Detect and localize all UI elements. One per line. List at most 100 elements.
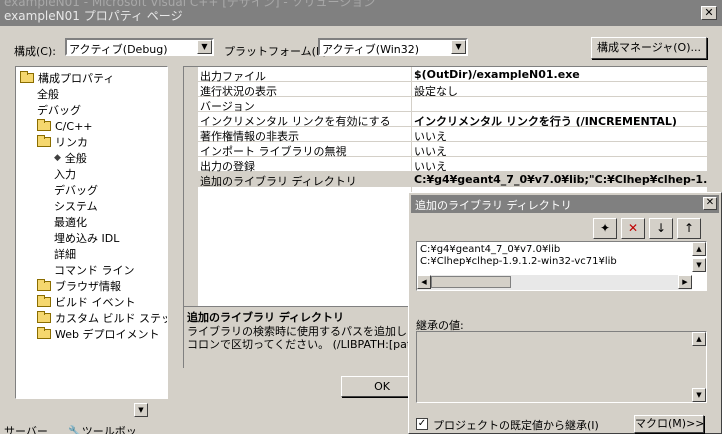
tree-item[interactable]: システム — [54, 198, 98, 214]
bottom-panel: ▼ サーバー 🔧ツールボッ — [0, 400, 165, 434]
chevron-down-icon[interactable]: ▼ — [134, 403, 148, 417]
tree-item-label: ビルド イベント — [55, 296, 136, 309]
window-title: exampleN01 プロパティ ページ — [4, 9, 183, 23]
tree-item[interactable]: 全般 — [37, 86, 59, 102]
tree-item-label: C/C++ — [55, 119, 93, 133]
new-folder-icon: ✦ — [599, 221, 611, 235]
tree-item[interactable]: 構成プロパティ — [20, 70, 114, 86]
tree-item-label: システム — [54, 200, 98, 213]
tree-item[interactable]: デバッグ — [54, 182, 98, 198]
scroll-thumb[interactable] — [431, 276, 511, 288]
arrow-up-icon: ↑ — [683, 221, 695, 235]
scroll-right-icon[interactable]: ▶ — [678, 275, 692, 289]
tree-item[interactable]: コマンド ライン — [54, 262, 135, 278]
grid-row[interactable]: バージョン — [198, 97, 707, 113]
property-tree[interactable]: 構成プロパティ 全般 デバッグ C/C++ リンカ ◆ 全般 入力 デバッグ システム 最適化 埋め込… — [15, 66, 168, 399]
description-line-1: ライブラリの検索時に使用するパスを追加しま — [187, 325, 413, 338]
tree-item[interactable]: リンカ — [37, 134, 88, 150]
move-down-button[interactable]: ↓ — [649, 218, 673, 239]
tree-item-label: 全般 — [37, 88, 59, 101]
directory-item[interactable]: C:¥g4¥geant4_7_0¥v7.0¥lib — [420, 244, 560, 255]
folder-icon — [37, 295, 51, 307]
grid-row[interactable]: 著作権情報の非表示 いいえ — [198, 127, 707, 143]
subdialog-title: 追加のライブラリ ディレクトリ — [415, 199, 572, 212]
grid-row[interactable]: 追加のライブラリ ディレクトリ C:¥g4¥geant4_7_0¥v7.0¥lib… — [198, 172, 707, 188]
tree-item-label: リンカ — [55, 136, 88, 149]
scroll-down-icon[interactable]: ▼ — [692, 388, 706, 402]
subdialog-title-bar: 追加のライブラリ ディレクトリ ✕ — [411, 195, 719, 213]
additional-library-dialog: 追加のライブラリ ディレクトリ ✕ ✦ ✕ ↓ ↑ C:¥g4¥geant4_7… — [408, 192, 722, 434]
scroll-up-icon[interactable]: ▲ — [692, 332, 706, 346]
description-heading: 追加のライブラリ ディレクトリ — [187, 311, 345, 324]
delete-button[interactable]: ✕ — [621, 218, 645, 239]
folder-icon — [37, 279, 51, 291]
platform-dropdown[interactable]: アクティブ(Win32) ▼ — [318, 38, 468, 56]
subdialog-close-button[interactable]: ✕ — [703, 197, 717, 210]
description-line-2: コロンで区切ってください。 (/LIBPATH:[pat — [187, 338, 412, 351]
grid-row[interactable]: 出力ファイル $(OutDir)/exampleN01.exe — [198, 67, 707, 83]
chevron-down-icon: ▼ — [451, 40, 466, 54]
tree-item[interactable]: デバッグ — [37, 102, 81, 118]
toolbox-tab-label: ツールボッ — [81, 425, 137, 434]
scroll-up-icon[interactable]: ▲ — [692, 242, 706, 256]
tree-item[interactable]: ブラウザ情報 — [37, 278, 121, 294]
tree-item[interactable]: 入力 — [54, 166, 76, 182]
server-tab[interactable]: サーバー — [4, 423, 48, 434]
scroll-down-icon[interactable]: ▼ — [692, 258, 706, 272]
grid-row-value: C:¥g4¥geant4_7_0¥v7.0¥lib;"C:¥Clhep¥clhe… — [414, 173, 707, 186]
folder-open-icon — [20, 71, 34, 83]
tree-item[interactable]: C/C++ — [37, 118, 93, 134]
tree-item-label: カスタム ビルド ステップ — [55, 312, 167, 325]
move-up-button[interactable]: ↑ — [677, 218, 701, 239]
directory-item[interactable]: C:¥Clhep¥clhep-1.9.1.2-win32-vc71¥lib — [420, 256, 617, 267]
chevron-down-icon: ▼ — [197, 40, 212, 54]
toolbox-tab[interactable]: 🔧ツールボッ — [68, 423, 137, 434]
title-bar: exampleN01 - Microsoft Visual C++ [デザイン]… — [0, 0, 722, 26]
tree-item[interactable]: 詳細 — [54, 246, 76, 262]
config-value: アクティブ(Debug) — [69, 43, 168, 56]
inherit-checkbox-label: プロジェクトの既定値から継承(I) — [433, 419, 599, 432]
grid-row[interactable]: 進行状況の表示 設定なし — [198, 82, 707, 98]
tree-item-label: Web デプロイメント — [55, 328, 160, 341]
close-button[interactable]: ✕ — [701, 6, 717, 20]
tree-item-label: デバッグ — [54, 184, 98, 197]
tree-item[interactable]: 埋め込み IDL — [54, 230, 119, 246]
tree-item-label: 最適化 — [54, 216, 87, 229]
tree-item-label: 構成プロパティ — [38, 72, 115, 85]
grid-column-separator — [411, 67, 412, 202]
toolbox-icon: 🔧 — [68, 425, 82, 434]
folder-icon — [37, 119, 51, 131]
tree-item-label: 埋め込み IDL — [54, 232, 120, 245]
tree-item-label: 全般 — [64, 152, 87, 165]
arrow-down-icon: ↓ — [655, 221, 667, 235]
tree-item-label: デバッグ — [37, 104, 81, 117]
platform-label: プラットフォーム(P): — [224, 45, 331, 58]
folder-icon — [37, 311, 51, 323]
inherited-values-box: ▲ ▼ — [416, 331, 707, 403]
tree-item[interactable]: ◆ 全般 — [54, 150, 87, 166]
directory-list[interactable]: C:¥g4¥geant4_7_0¥v7.0¥lib C:¥Clhep¥clhep… — [416, 241, 707, 291]
grid-row-value: $(OutDir)/exampleN01.exe — [414, 68, 580, 81]
folder-open-icon — [37, 135, 51, 147]
tree-item[interactable]: ビルド イベント — [37, 294, 136, 310]
grid-row[interactable]: インクリメンタル リンクを有効にする インクリメンタル リンクを行う (/INCR… — [198, 112, 707, 128]
config-manager-button[interactable]: 構成マネージャ(O)... — [591, 37, 707, 59]
new-folder-button[interactable]: ✦ — [593, 218, 617, 239]
tree-item[interactable]: カスタム ビルド ステップ — [37, 310, 167, 326]
description-panel: 追加のライブラリ ディレクトリ ライブラリの検索時に使用するパスを追加しま コロ… — [183, 306, 413, 368]
grid-row[interactable]: インポート ライブラリの無視 いいえ — [198, 142, 707, 158]
inherit-checkbox[interactable]: ✓ — [416, 418, 428, 430]
tree-item[interactable]: 最適化 — [54, 214, 87, 230]
platform-value: アクティブ(Win32) — [322, 43, 420, 56]
scroll-left-icon[interactable]: ◀ — [417, 275, 431, 289]
grid-gutter — [184, 67, 198, 306]
macro-button[interactable]: マクロ(M)>> — [634, 415, 705, 433]
tree-item[interactable]: Web デプロイメント — [37, 326, 159, 342]
grid-row[interactable]: 出力の登録 いいえ — [198, 157, 707, 173]
horizontal-scrollbar[interactable]: ◀ ▶ — [417, 275, 692, 290]
grid-row-key: 追加のライブラリ ディレクトリ — [200, 175, 357, 188]
tree-item-label: ブラウザ情報 — [55, 280, 121, 293]
folder-icon — [37, 327, 51, 339]
arrow-icon: ◆ — [54, 153, 61, 163]
config-dropdown[interactable]: アクティブ(Debug) ▼ — [65, 38, 214, 56]
